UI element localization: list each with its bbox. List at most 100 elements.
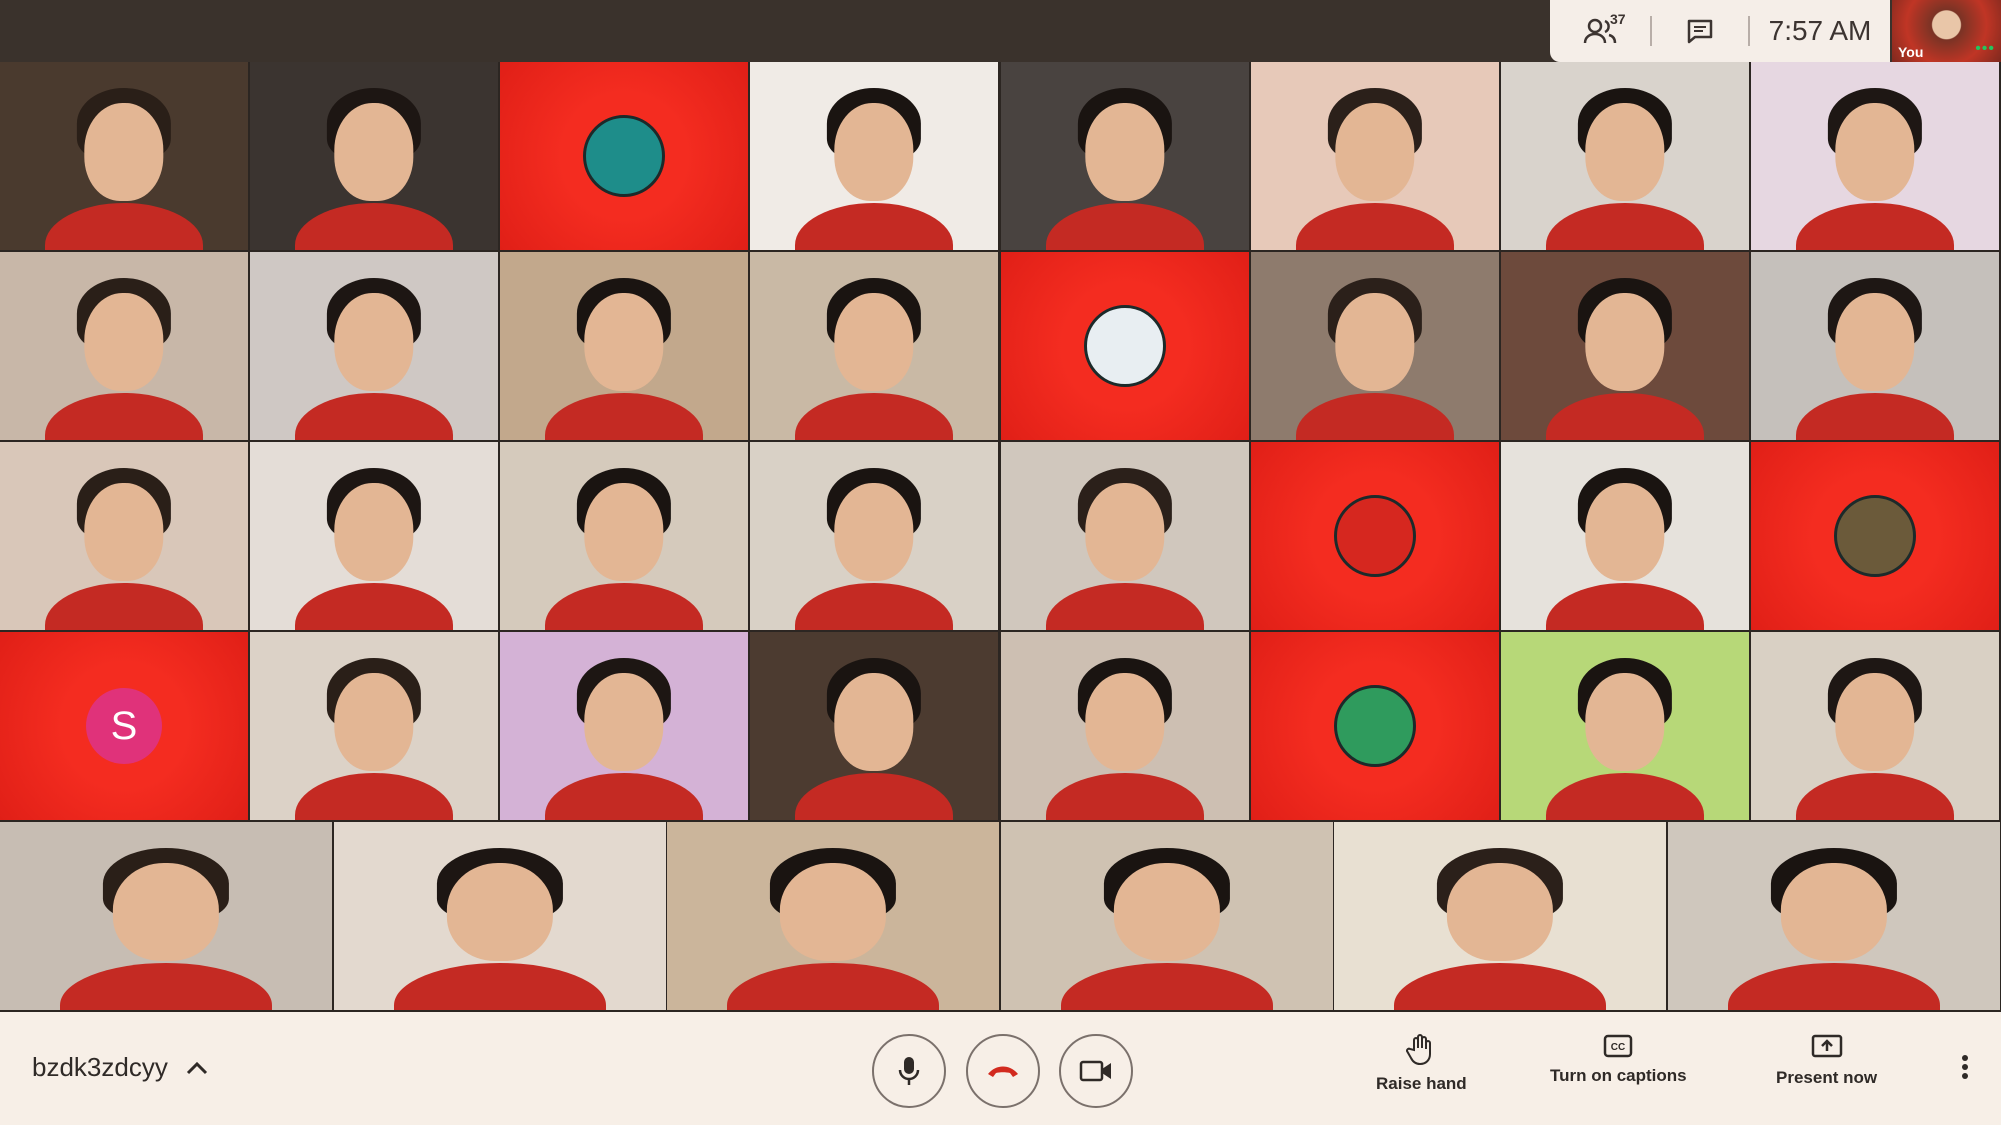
participant-video-tile[interactable] [1751, 62, 1999, 250]
participant-tile[interactable] [1251, 442, 1499, 630]
participant-video-tile[interactable] [0, 442, 248, 630]
participant-video-tile[interactable] [0, 62, 248, 250]
squid-avatar [583, 115, 665, 197]
marshmello-avatar [1084, 305, 1166, 387]
participant-video-tile[interactable] [750, 252, 998, 440]
face [1585, 103, 1665, 202]
participant-video-tile[interactable] [334, 822, 666, 1010]
participant-video-tile[interactable] [250, 632, 498, 820]
microphone-button[interactable] [872, 1034, 946, 1108]
face [84, 483, 164, 582]
chevron-up-icon [186, 1061, 207, 1074]
participant-video-tile[interactable] [1668, 822, 2000, 1010]
face [1085, 103, 1165, 202]
face [1085, 483, 1165, 582]
participant-tile[interactable] [1751, 442, 1999, 630]
microphone-icon [898, 1057, 920, 1085]
participant-video-tile[interactable] [667, 822, 999, 1010]
face [1835, 103, 1915, 202]
participant-video-tile[interactable] [1751, 632, 1999, 820]
face [1780, 863, 1888, 962]
face [834, 483, 914, 582]
participant-video-tile[interactable] [250, 442, 498, 630]
face [834, 293, 914, 392]
participant-video-tile[interactable] [1501, 252, 1749, 440]
face [1335, 103, 1415, 202]
participant-video-tile[interactable] [250, 62, 498, 250]
participant-video-tile[interactable] [750, 632, 998, 820]
letter-avatar: S [86, 688, 162, 764]
more-options-icon[interactable]: ••• [1975, 40, 1995, 58]
participant-video-tile[interactable] [1001, 632, 1249, 820]
participant-video-tile[interactable] [500, 252, 748, 440]
participant-video-tile[interactable] [1501, 442, 1749, 630]
present-now-button[interactable]: Present now [1776, 1034, 1877, 1088]
participant-video-tile[interactable] [1751, 252, 1999, 440]
participant-video-tile[interactable] [500, 632, 748, 820]
face [584, 293, 664, 392]
camera-button[interactable] [1059, 1034, 1133, 1108]
face [834, 103, 914, 202]
participant-tile[interactable] [500, 62, 748, 250]
chat-icon [1687, 19, 1713, 44]
meeting-details-button[interactable]: bzdk3zdcyy [32, 1052, 208, 1083]
participant-video-tile[interactable] [1501, 62, 1749, 250]
face [334, 293, 414, 392]
more-options-button[interactable] [1961, 1054, 1969, 1088]
portrait-avatar [1834, 495, 1916, 577]
present-screen-icon [1811, 1034, 1842, 1058]
participant-video-tile[interactable] [750, 442, 998, 630]
svg-text:CC: CC [1611, 1042, 1625, 1053]
participant-video-tile[interactable] [1501, 632, 1749, 820]
participant-video-tile[interactable] [1001, 442, 1249, 630]
raise-hand-button[interactable]: Raise hand [1376, 1034, 1467, 1094]
participant-video-tile[interactable] [1334, 822, 1666, 1010]
bottom-bar: bzdk3zdcyy Raise hand CC Turn on caption… [0, 1012, 2001, 1125]
participant-tile[interactable] [1251, 632, 1499, 820]
parrot-avatar [1334, 685, 1416, 767]
participant-video-tile[interactable] [500, 442, 748, 630]
face [1585, 293, 1665, 392]
face [446, 863, 554, 962]
participant-video-tile[interactable] [1251, 62, 1499, 250]
participants-count: 37 [1610, 11, 1626, 27]
participant-video-tile[interactable] [0, 822, 332, 1010]
face [1085, 673, 1165, 772]
participant-video-tile[interactable] [1001, 822, 1333, 1010]
self-label: You [1898, 44, 1924, 60]
chat-button[interactable] [1652, 18, 1748, 44]
captions-button[interactable]: CC Turn on captions [1550, 1034, 1687, 1086]
face [1585, 483, 1665, 582]
face [112, 863, 220, 962]
clock: 7:57 AM [1768, 15, 1872, 46]
leave-call-button[interactable] [966, 1034, 1040, 1108]
hand-icon [1406, 1034, 1432, 1066]
elmo-avatar [1334, 495, 1416, 577]
face [1335, 293, 1415, 392]
face [584, 483, 664, 582]
participant-tile[interactable] [1001, 252, 1249, 440]
face [1585, 673, 1665, 772]
face [334, 483, 414, 582]
participant-tile[interactable]: S [0, 632, 248, 820]
participant-video-tile[interactable] [1001, 62, 1249, 250]
face [334, 103, 414, 202]
participant-video-tile[interactable] [750, 62, 998, 250]
face [779, 863, 887, 962]
participants-button[interactable]: 37 [1550, 11, 1650, 45]
face [1113, 863, 1221, 962]
participant-video-tile[interactable] [1251, 252, 1499, 440]
face [84, 293, 164, 392]
face [334, 673, 414, 772]
meeting-info-panel: 37 7:57 AM [1550, 0, 1890, 62]
meeting-code: bzdk3zdcyy [32, 1052, 168, 1082]
participant-video-tile[interactable] [250, 252, 498, 440]
face [1835, 293, 1915, 392]
closed-captions-icon: CC [1604, 1034, 1633, 1058]
participant-video-tile[interactable] [0, 252, 248, 440]
face [584, 673, 664, 772]
participant-grid: S [0, 62, 2001, 1012]
present-now-label: Present now [1776, 1068, 1878, 1087]
face [1446, 863, 1554, 962]
self-view-tile[interactable]: You ••• [1892, 0, 2001, 62]
